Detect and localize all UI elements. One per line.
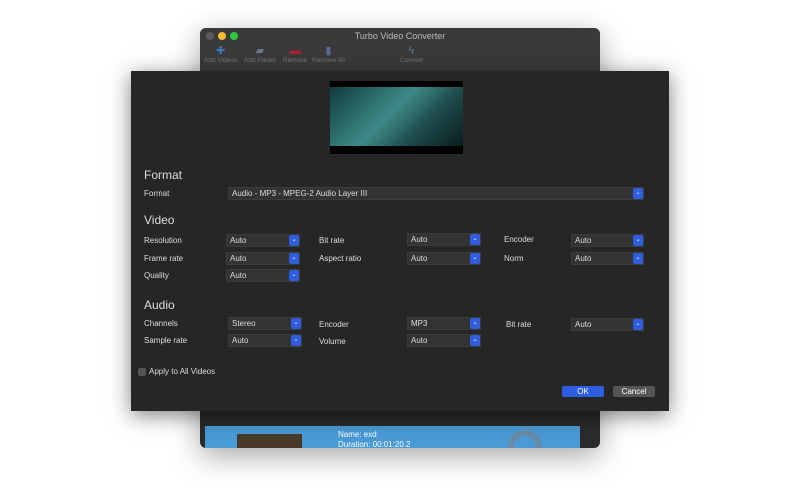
settings-dialog: Format Format Audio - MP3 - MPEG-2 Audio… — [131, 71, 669, 411]
quality-label: Quality — [144, 271, 169, 280]
apply-all-label[interactable]: Apply to All Videos — [149, 367, 215, 376]
chevron-down-icon: ⌄ — [470, 234, 480, 245]
format-heading: Format — [144, 168, 183, 182]
video-list-item[interactable]: Name: exd Duration: 00:01:20.2 — [205, 426, 580, 448]
add-videos-button[interactable]: ✚ Add Videos — [204, 45, 237, 64]
audio-heading: Audio — [144, 298, 175, 312]
video-thumbnail — [237, 434, 302, 448]
audio-bitrate-label: Bit rate — [506, 320, 532, 329]
trash-icon: ▮ — [325, 45, 332, 57]
aspect-ratio-select[interactable]: Auto ⌄ — [407, 252, 481, 265]
channels-label: Channels — [144, 319, 178, 328]
value: Stereo — [232, 319, 256, 328]
value: Auto — [230, 254, 247, 263]
chevron-down-icon: ⌄ — [470, 318, 480, 329]
label: Convert — [400, 57, 423, 64]
channels-select[interactable]: Stereo ⌄ — [228, 317, 302, 330]
format-label: Format — [144, 189, 170, 198]
video-name: Name: exd — [338, 430, 377, 439]
value: Auto — [575, 236, 592, 245]
window-title: Turbo Video Converter — [354, 31, 446, 41]
apply-all-checkbox[interactable] — [138, 368, 146, 376]
audio-encoder-label: Encoder — [319, 320, 349, 329]
aspect-ratio-label: Aspect ratio — [319, 254, 362, 263]
value: Auto — [230, 271, 247, 280]
audio-encoder-select[interactable]: MP3 ⌄ — [407, 317, 481, 330]
label: Add Videos — [204, 57, 238, 64]
norm-select[interactable]: Auto ⌄ — [571, 252, 644, 265]
folder-icon: ▰ — [255, 45, 265, 57]
video-heading: Video — [144, 213, 175, 227]
remove-button[interactable]: ▬ Remove — [283, 45, 307, 64]
chevron-down-icon: ⌄ — [633, 319, 643, 330]
lightning-icon: ϟ — [408, 45, 415, 57]
value: Auto — [575, 254, 592, 263]
minus-icon: ▬ — [289, 45, 301, 57]
video-encoder-select[interactable]: Auto ⌄ — [571, 234, 644, 247]
chevron-down-icon: ⌄ — [470, 253, 480, 264]
titlebar: Turbo Video Converter ✚ Add Videos ▰ Add F… — [200, 28, 600, 73]
chevron-down-icon: ⌄ — [289, 270, 299, 281]
label: Add Folder — [244, 57, 276, 64]
value: Auto — [230, 236, 247, 245]
video-encoder-label: Encoder — [504, 235, 534, 244]
convert-button[interactable]: ϟ Convert — [400, 45, 423, 64]
volume-label: Volume — [319, 337, 346, 346]
sample-rate-label: Sample rate — [144, 336, 188, 345]
resolution-label: Resolution — [144, 236, 182, 245]
video-bitrate-select[interactable]: Auto ⌄ — [407, 233, 481, 246]
video-preview — [330, 81, 463, 154]
value: Auto — [575, 320, 592, 329]
value: Auto — [411, 336, 428, 345]
ok-button[interactable]: OK — [562, 386, 604, 397]
sample-rate-select[interactable]: Auto ⌄ — [228, 334, 302, 347]
chevron-down-icon: ⌄ — [470, 335, 480, 346]
label: Remove All — [312, 57, 345, 64]
chevron-down-icon: ⌄ — [633, 188, 643, 199]
value: MP3 — [411, 319, 428, 328]
volume-select[interactable]: Auto ⌄ — [407, 334, 481, 347]
audio-bitrate-select[interactable]: Auto ⌄ — [571, 318, 644, 331]
value: Auto — [232, 336, 249, 345]
settings-gear-icon[interactable] — [508, 430, 542, 448]
value: Auto — [411, 254, 428, 263]
plus-icon: ✚ — [215, 45, 226, 57]
value: Audio - MP3 - MPEG-2 Audio Layer III — [232, 189, 368, 198]
video-duration: Duration: 00:01:20.2 — [338, 440, 411, 448]
chevron-down-icon: ⌄ — [291, 318, 301, 329]
format-select[interactable]: Audio - MP3 - MPEG-2 Audio Layer III ⌄ — [228, 187, 644, 200]
cancel-button[interactable]: Cancel — [613, 386, 655, 397]
chevron-down-icon: ⌄ — [291, 335, 301, 346]
framerate-select[interactable]: Auto ⌄ — [226, 252, 300, 265]
resolution-select[interactable]: Auto ⌄ — [226, 234, 300, 247]
chevron-down-icon: ⌄ — [633, 253, 643, 264]
framerate-label: Frame rate — [144, 254, 184, 263]
chevron-down-icon: ⌄ — [289, 253, 299, 264]
remove-all-button[interactable]: ▮ Remove All — [312, 45, 345, 64]
chevron-down-icon: ⌄ — [633, 235, 643, 246]
add-folder-button[interactable]: ▰ Add Folder — [244, 45, 276, 64]
chevron-down-icon: ⌄ — [289, 235, 299, 246]
value: Auto — [411, 235, 428, 244]
quality-select[interactable]: Auto ⌄ — [226, 269, 300, 282]
video-bitrate-label: Bit rate — [319, 236, 345, 245]
label: Remove — [283, 57, 308, 64]
norm-label: Norm — [504, 254, 524, 263]
